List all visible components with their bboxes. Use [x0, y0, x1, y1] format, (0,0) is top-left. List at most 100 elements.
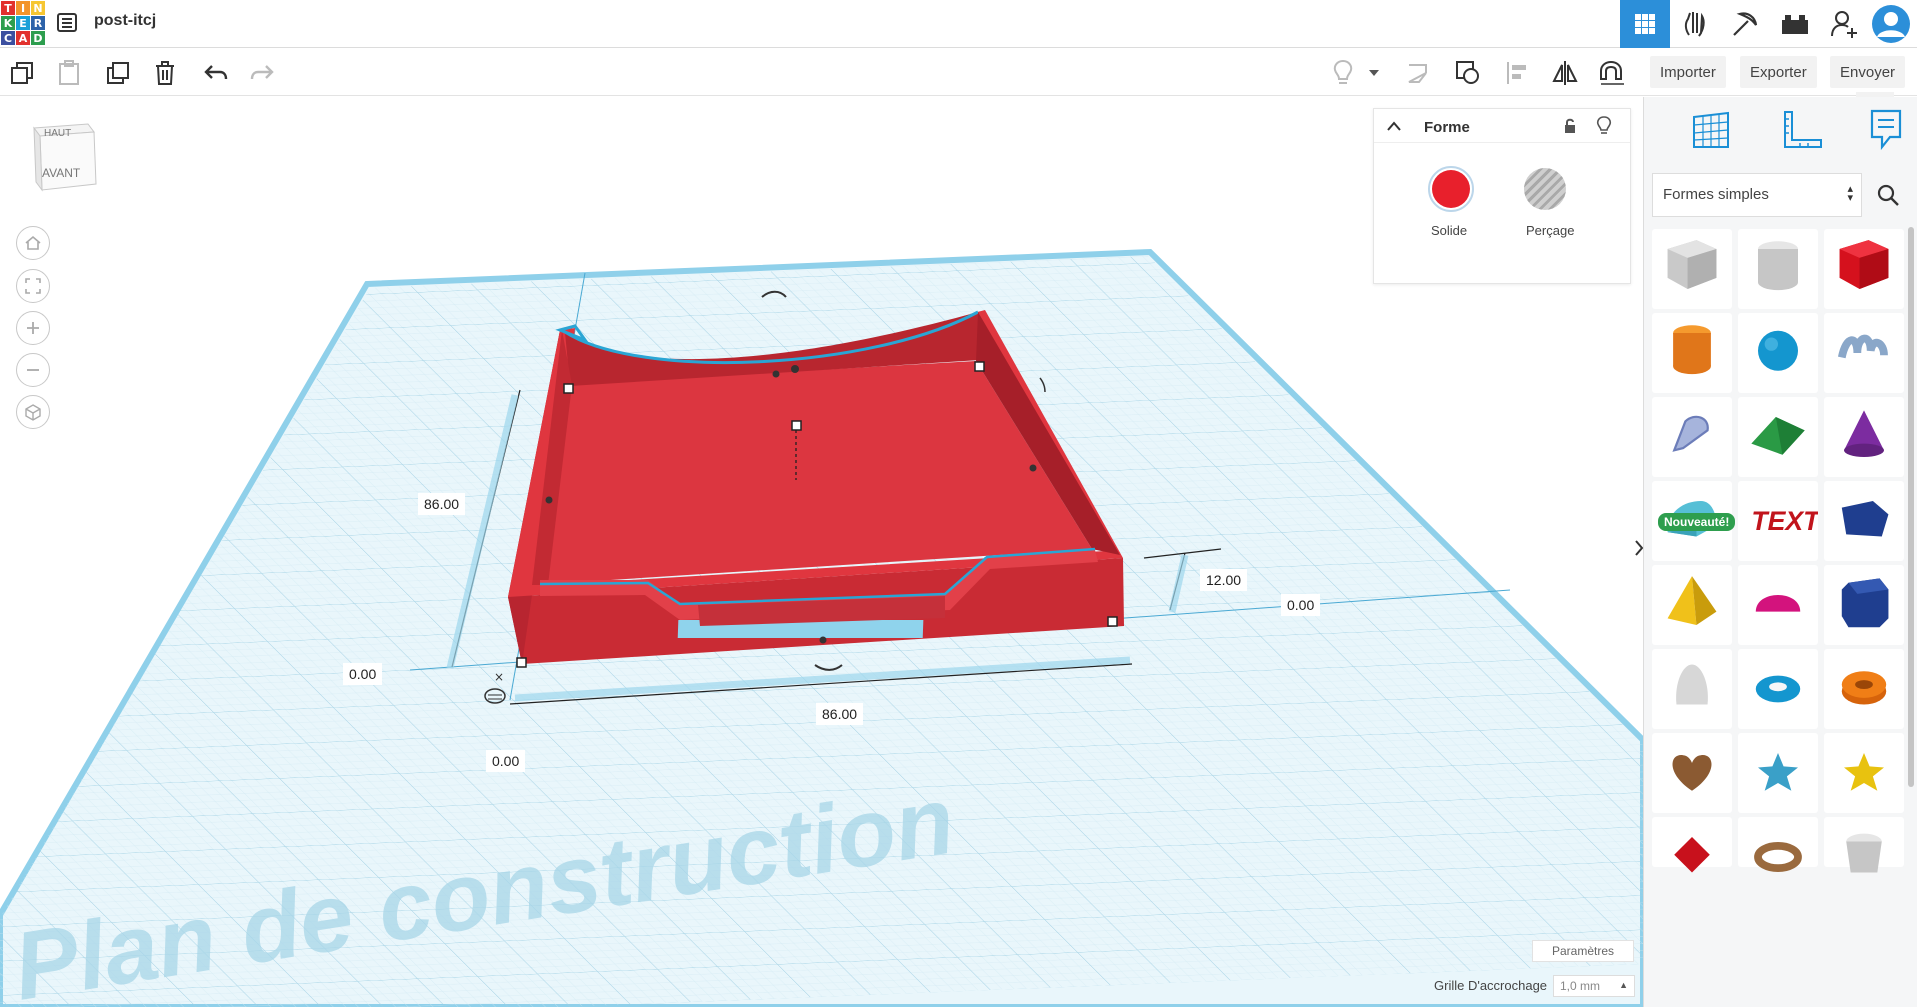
edit-toolbar: Importer Exporter Envoyer vers [0, 48, 1917, 112]
paste-icon[interactable] [54, 58, 84, 88]
scribble-shape-tile[interactable] [1824, 313, 1904, 393]
panel-toggle-chevron-icon[interactable] [1632, 530, 1643, 566]
cylinder-hole-shape-tile[interactable] [1738, 229, 1818, 309]
duplicate-icon[interactable] [103, 58, 133, 88]
hole-label: Perçage [1526, 223, 1575, 238]
document-title[interactable]: post-itcj [94, 12, 156, 30]
paraboloid-shape-tile[interactable] [1652, 649, 1732, 729]
offset-bottom-label[interactable]: 0.00 [486, 750, 526, 772]
import-button[interactable]: Importer [1650, 56, 1726, 88]
lock-icon[interactable] [1562, 117, 1578, 140]
ruler-icon[interactable] [1780, 109, 1824, 156]
inspector-title: Forme [1424, 119, 1470, 136]
fit-view-icon[interactable] [16, 269, 50, 303]
group-icon[interactable] [1453, 58, 1483, 88]
mirror-icon[interactable] [1550, 58, 1580, 88]
grid-view-icon[interactable] [1620, 0, 1670, 48]
dimension-width-label[interactable]: 86.00 [816, 703, 864, 725]
offset-right-label[interactable]: 0.00 [1281, 594, 1321, 616]
tube-shape-icon [1841, 671, 1887, 705]
polygon-shape-tile[interactable] [1824, 481, 1904, 561]
solid-color-swatch[interactable] [1428, 166, 1474, 212]
library-scrollbar[interactable] [1908, 227, 1914, 787]
view-cube[interactable]: HAUT AVANT [28, 122, 100, 196]
paraboloid-shape-icon [1676, 664, 1708, 705]
tinkercad-logo[interactable]: TIN KER CAD [0, 0, 45, 46]
half-sphere-shape-tile[interactable] [1738, 565, 1818, 645]
bucket-shape-icon [1846, 833, 1882, 873]
dimension-height-label[interactable]: 12.00 [1200, 569, 1248, 591]
export-button[interactable]: Exporter [1740, 56, 1817, 88]
snap-grid-select[interactable]: 1,0 mm ▲ [1553, 975, 1635, 997]
top-bar: TIN KER CAD post-itcj [0, 0, 1917, 48]
zoom-out-icon[interactable] [16, 353, 50, 387]
perspective-view-icon[interactable] [16, 395, 50, 429]
magnet-icon[interactable] [1596, 58, 1626, 88]
visibility-bulb-icon[interactable] [1596, 115, 1612, 140]
dimension-length-label[interactable]: 86.00 [418, 493, 466, 515]
shape-category-value: Formes simples [1663, 186, 1769, 203]
home-view-icon[interactable] [16, 226, 50, 260]
star-shape-tile[interactable] [1738, 733, 1818, 813]
pen-shape-tile[interactable] [1652, 397, 1732, 477]
roof-shape-icon [1751, 417, 1805, 455]
logo-letter: R [31, 16, 45, 30]
ring-shape-tile[interactable] [1738, 817, 1818, 872]
snap-grid-label: Grille D'accrochage [1434, 978, 1548, 993]
roof-shape-tile[interactable] [1738, 397, 1818, 477]
logo-letter: T [1, 1, 15, 15]
hand-wave-icon[interactable] [1670, 0, 1720, 48]
torus-shape-tile[interactable] [1738, 649, 1818, 729]
search-icon[interactable] [1866, 173, 1910, 217]
cone-shape-icon [1844, 410, 1884, 457]
heart-shape-icon [1672, 755, 1712, 791]
hexagonal-prism-shape-icon [1841, 578, 1889, 628]
caret-up-icon: ▲ [1619, 980, 1628, 990]
heart-shape-tile[interactable] [1652, 733, 1732, 813]
pickaxe-icon[interactable] [1720, 0, 1770, 48]
svg-text:TEXT: TEXT [1751, 506, 1818, 536]
add-user-icon[interactable] [1820, 0, 1870, 48]
pyramid-shape-tile[interactable] [1652, 565, 1732, 645]
torus-shape-icon [1755, 675, 1801, 703]
workplane-grid-icon[interactable] [1690, 109, 1732, 156]
shape-category-select[interactable]: Formes simples ▴ ▾ [1652, 173, 1862, 217]
copy-icon[interactable] [7, 58, 37, 88]
sphere-shape-tile[interactable] [1738, 313, 1818, 393]
design-list-icon[interactable] [56, 12, 80, 34]
note-shape-icon[interactable] [1404, 58, 1434, 88]
align-icon[interactable] [1503, 58, 1533, 88]
collapse-chevron-icon[interactable] [1386, 119, 1402, 137]
cylinder-shape-tile[interactable] [1652, 313, 1732, 393]
text-shape-tile[interactable]: TEXT [1738, 481, 1822, 561]
notes-icon[interactable] [1866, 107, 1906, 156]
redo-icon[interactable] [247, 58, 277, 88]
settings-button[interactable]: Paramètres [1532, 940, 1634, 962]
light-bulb-icon[interactable] [1328, 58, 1358, 88]
new-badge: Nouveauté! [1658, 513, 1736, 531]
bucket-shape-tile[interactable] [1824, 817, 1904, 873]
shape-inspector: Forme Solide Perçage [1373, 108, 1631, 284]
logo-letter: K [1, 16, 15, 30]
bricks-icon[interactable] [1770, 0, 1820, 48]
cone-shape-tile[interactable] [1824, 397, 1904, 477]
scribble-shape-icon [1837, 334, 1888, 359]
star-shape-yellow-tile[interactable] [1824, 733, 1904, 813]
chevron-down-icon[interactable] [1363, 58, 1385, 88]
box-hole-shape-tile[interactable] [1652, 229, 1732, 309]
tube-shape-tile[interactable] [1824, 649, 1904, 729]
hexagonal-prism-shape-tile[interactable] [1824, 565, 1904, 645]
pyramid-shape-icon [1667, 576, 1717, 625]
hole-swatch[interactable] [1524, 168, 1566, 210]
user-avatar-icon[interactable] [1866, 0, 1916, 48]
trash-icon[interactable] [150, 58, 180, 88]
zoom-in-icon[interactable] [16, 311, 50, 345]
undo-icon[interactable] [201, 58, 231, 88]
gem-shape-tile[interactable] [1652, 817, 1732, 873]
gem-shape-icon [1674, 837, 1710, 873]
box-shape-tile[interactable] [1824, 229, 1904, 309]
workplane-canvas[interactable]: Plan de construction × 86.00 86.00 12.00… [0, 97, 1643, 1007]
solid-label: Solide [1431, 223, 1468, 238]
offset-left-label[interactable]: 0.00 [343, 663, 383, 685]
send-to-button[interactable]: Envoyer [1830, 56, 1906, 88]
